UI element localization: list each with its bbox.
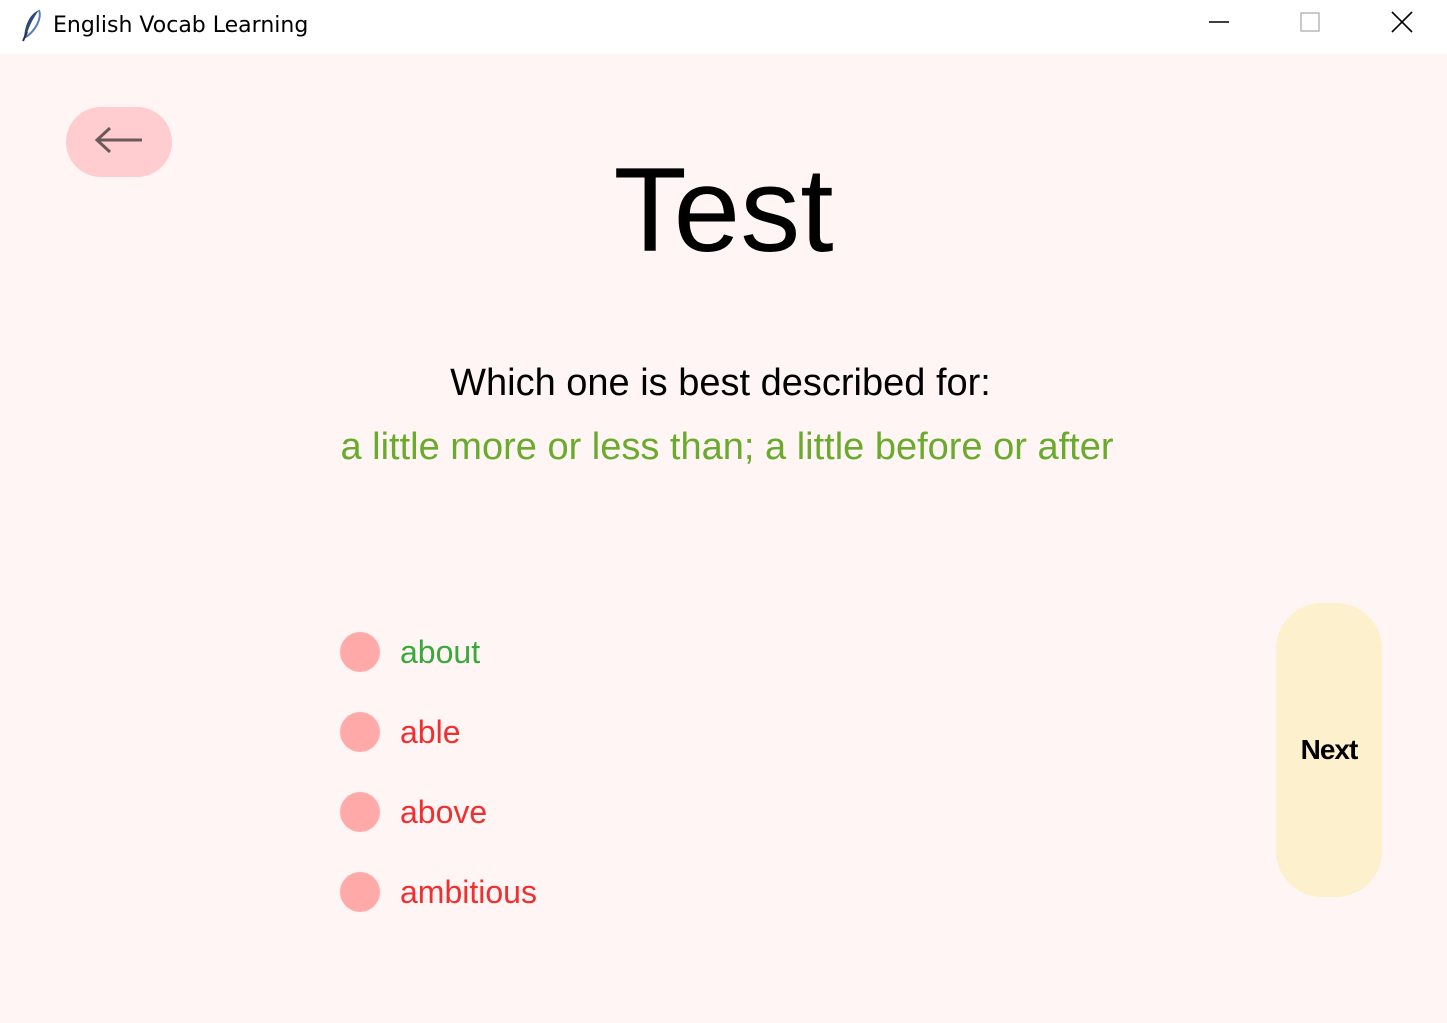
option-label: able — [400, 714, 461, 750]
option-label: ambitious — [400, 874, 537, 910]
feather-icon — [20, 8, 44, 42]
next-button[interactable]: Next — [1276, 603, 1382, 897]
close-icon — [1391, 10, 1413, 38]
answer-option-able[interactable]: able — [340, 710, 461, 754]
minimize-icon — [1209, 12, 1229, 37]
radio-button[interactable] — [340, 632, 380, 672]
window-title: English Vocab Learning — [53, 13, 309, 38]
answer-option-ambitious[interactable]: ambitious — [340, 870, 537, 914]
radio-button[interactable] — [340, 712, 380, 752]
option-label: above — [400, 794, 488, 830]
title-bar: English Vocab Learning — [0, 0, 1447, 54]
question-text: Which one is best described for: — [450, 362, 991, 404]
maximize-button[interactable] — [1264, 0, 1356, 48]
answer-option-about[interactable]: about — [340, 630, 480, 674]
answer-option-above[interactable]: above — [340, 790, 487, 834]
close-button[interactable] — [1356, 0, 1447, 48]
minimize-button[interactable] — [1173, 0, 1265, 48]
definition-text: a little more or less than; a little bef… — [340, 426, 1114, 468]
maximize-icon — [1300, 11, 1320, 37]
option-label: about — [400, 634, 481, 670]
radio-button[interactable] — [340, 792, 380, 832]
radio-button[interactable] — [340, 872, 380, 912]
page-title: Test — [613, 143, 834, 277]
app-window: English Vocab Learning Test Which one is… — [0, 0, 1447, 1023]
next-label: Next — [1300, 734, 1359, 765]
